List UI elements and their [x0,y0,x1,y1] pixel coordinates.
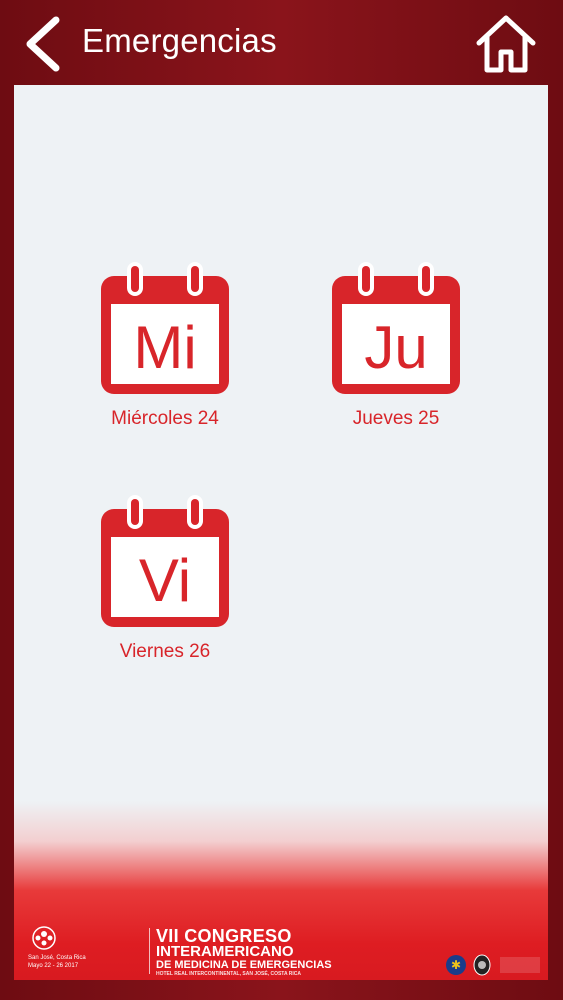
day-item-jueves[interactable]: Ju Jueves 25 [286,262,506,430]
congress-title: VII CONGRESO INTERAMERICANO DE MEDICINA … [156,927,332,977]
day-item-miercoles[interactable]: Mi Miércoles 24 [55,262,275,430]
partner-logos: ✱ [446,954,540,976]
event-dates: Mayo 22 - 26 2017 [28,963,79,969]
home-icon [476,15,536,73]
calendar-icon: Ju [332,262,460,394]
day-label: Viernes 26 [119,641,211,662]
header-bar: Emergencias [0,0,563,85]
page-title: Emergencias [82,22,277,59]
congress-line-2: INTERAMERICANO [156,943,294,960]
chevron-left-icon [26,16,60,72]
svg-text:✱: ✱ [451,958,461,972]
day-abbr: Mi [133,314,196,381]
day-label: Miércoles 24 [111,408,219,429]
calendar-icon: Mi [101,262,229,394]
day-abbr: Vi [139,547,191,614]
home-button[interactable] [475,12,537,74]
day-abbr: Ju [364,314,427,381]
congress-line-3: DE MEDICINA DE EMERGENCIAS [156,959,332,971]
congress-banner: San José, Costa Rica Mayo 22 - 26 2017 V… [14,918,548,980]
day-label: Jueves 25 [352,408,440,429]
calendar-icon: Vi [101,495,229,627]
content-panel: Mi Miércoles 24 Ju Jueves 25 Vi Viernes … [14,85,548,980]
back-button[interactable] [22,16,66,72]
flower-logo-icon [32,926,56,950]
event-location: San José, Costa Rica [28,955,86,961]
day-item-viernes[interactable]: Vi Viernes 26 [55,495,275,663]
banner-divider [149,928,150,974]
event-logo: San José, Costa Rica Mayo 22 - 26 2017 [28,924,138,980]
congress-venue: HOTEL REAL INTERCONTINENTAL, SAN JOSÉ, C… [156,971,302,977]
sponsor-logo-icon [500,957,540,973]
